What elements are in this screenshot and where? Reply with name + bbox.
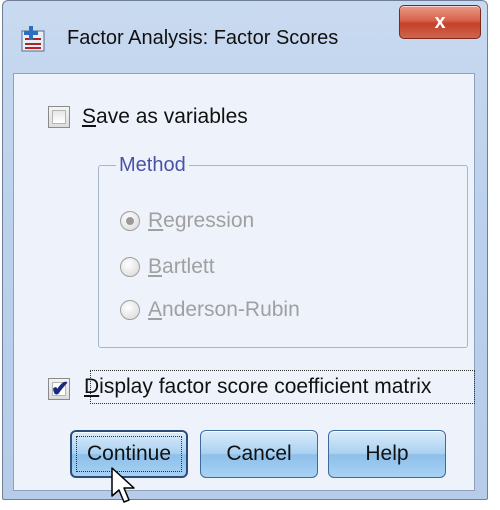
bartlett-label[interactable]: Bartlett [148,255,215,279]
window-title: Factor Analysis: Factor Scores [67,27,339,49]
title-bar[interactable]: Factor Analysis: Factor Scores x [3,1,487,73]
help-button[interactable]: Help [328,430,446,478]
anderson-rubin-radio[interactable] [120,300,140,320]
regression-label[interactable]: Regression [148,209,254,233]
checkmark-icon: ✔ [51,376,70,401]
save-as-variables-label[interactable]: Save as variables [82,105,248,129]
dialog-content: Save as variables Method Regression Bart… [13,73,475,503]
mouse-cursor-icon [111,467,135,503]
cancel-button[interactable]: Cancel [200,430,318,478]
display-matrix-checkbox[interactable]: ✔ [48,376,70,401]
method-legend: Method [116,154,189,177]
close-icon: x [434,10,446,33]
display-matrix-label[interactable]: Display factor score coefficient matrix [84,375,431,399]
anderson-rubin-label[interactable]: Anderson-Rubin [148,298,300,322]
close-button[interactable]: x [399,5,481,39]
dialog-window: Factor Analysis: Factor Scores x Save as… [2,0,488,503]
save-as-variables-checkbox[interactable] [48,106,70,128]
bartlett-radio[interactable] [120,257,140,277]
app-icon [21,26,45,52]
checkbox-box [52,110,66,124]
radio-selected-dot [126,217,134,225]
regression-radio[interactable] [120,211,140,231]
